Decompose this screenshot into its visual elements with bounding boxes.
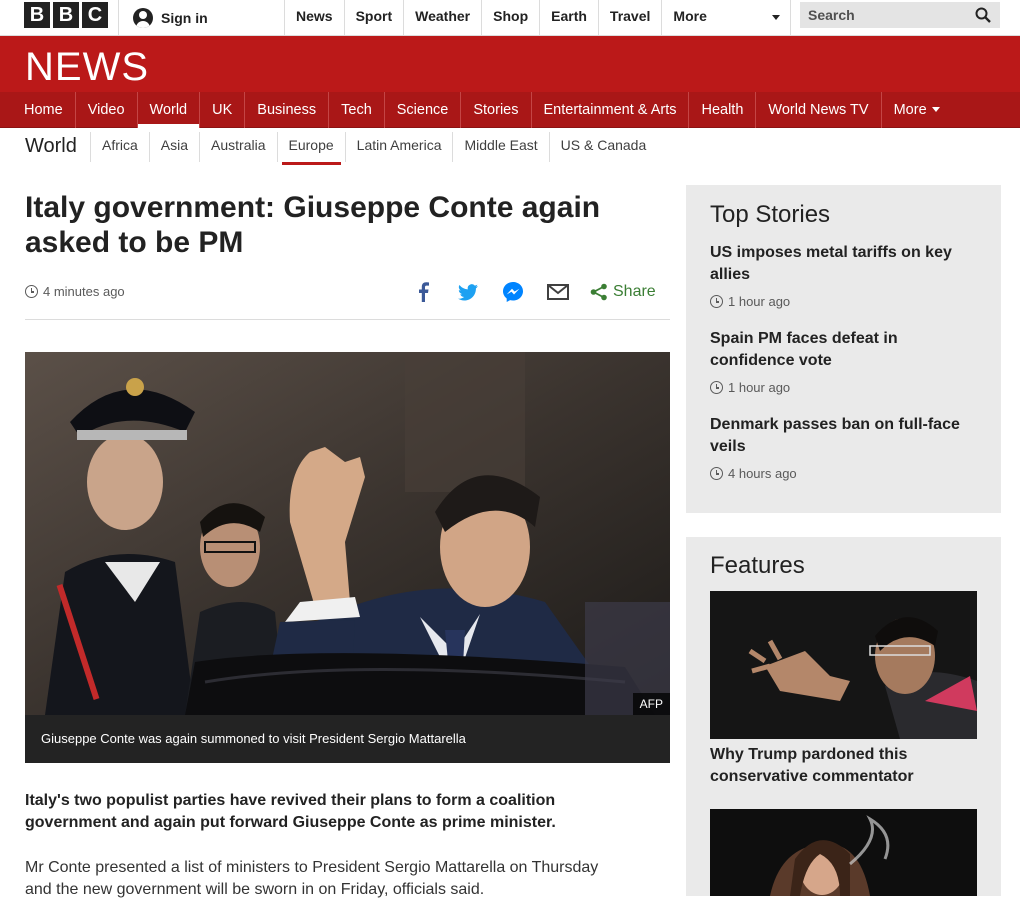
clock-icon [25, 285, 38, 298]
chevron-down-icon [772, 15, 781, 20]
global-nav-news[interactable]: News [284, 0, 344, 36]
main-nav: Home Video World UK Business Tech Scienc… [0, 92, 1020, 128]
top-story-time: 1 hour ago [728, 294, 791, 309]
feature-photo [710, 809, 977, 896]
global-nav: News Sport Weather Shop Earth Travel Mor… [284, 0, 792, 36]
twitter-icon[interactable] [457, 281, 479, 303]
global-nav-earth[interactable]: Earth [539, 0, 598, 36]
news-banner: NEWS [0, 36, 1020, 92]
news-logo[interactable]: NEWS [25, 45, 149, 90]
features-title: Features [710, 552, 805, 579]
messenger-icon[interactable] [502, 281, 524, 303]
section-nav-us-canada[interactable]: US & Canada [548, 132, 658, 162]
section-nav-australia[interactable]: Australia [199, 132, 276, 162]
section-nav-asia[interactable]: Asia [148, 132, 199, 162]
top-story-timestamp: 4 hours ago [710, 466, 980, 481]
article-body-paragraph: Mr Conte presented a list of ministers t… [25, 859, 599, 898]
bbc-logo[interactable]: B B C [24, 2, 108, 28]
bbc-logo-letter: B [24, 2, 50, 28]
search-placeholder: Search [808, 7, 855, 23]
divider [25, 319, 670, 320]
main-nav-business[interactable]: Business [245, 92, 330, 128]
global-nav-more[interactable]: More [661, 0, 792, 36]
top-story-time: 4 hours ago [728, 466, 797, 481]
article-timestamp: 4 minutes ago [25, 284, 125, 299]
search-input[interactable]: Search [800, 2, 1000, 28]
feature-image[interactable] [710, 591, 977, 739]
main-nav-more[interactable]: More [882, 92, 952, 128]
main-nav-entertainment[interactable]: Entertainment & Arts [532, 92, 690, 128]
main-nav-uk[interactable]: UK [200, 92, 246, 128]
share-button[interactable]: Share [590, 283, 656, 301]
bbc-logo-letter: B [53, 2, 79, 28]
bbc-logo-letter: C [82, 2, 108, 28]
global-nav-shop[interactable]: Shop [481, 0, 539, 36]
main-nav-health[interactable]: Health [689, 92, 757, 128]
clock-icon [710, 381, 723, 394]
global-header: B B C Sign in News Sport Weather Shop Ea… [0, 0, 1020, 36]
top-story-timestamp: 1 hour ago [710, 380, 980, 395]
top-stories-panel: Top Stories US imposes metal tariffs on … [686, 185, 1001, 513]
chevron-down-icon [931, 107, 940, 112]
feature-image[interactable] [710, 809, 977, 896]
article-headline: Italy government: Giuseppe Conte again a… [25, 191, 601, 259]
top-story-time: 1 hour ago [728, 380, 791, 395]
share-tools: Share [412, 280, 656, 304]
global-nav-travel[interactable]: Travel [597, 0, 661, 36]
article-image: AFP [25, 352, 670, 715]
sign-in-label: Sign in [161, 10, 208, 26]
feature-photo [710, 591, 977, 739]
top-story-item[interactable]: Spain PM faces defeat in confidence vote… [710, 328, 980, 395]
share-label: Share [613, 283, 656, 300]
main-nav-video[interactable]: Video [76, 92, 138, 128]
facebook-icon[interactable] [412, 281, 434, 303]
main-nav-science[interactable]: Science [385, 92, 462, 128]
image-credit: AFP [632, 693, 670, 715]
image-caption: Giuseppe Conte was again summoned to vis… [25, 715, 670, 763]
account-icon [133, 8, 153, 28]
section-nav: World Africa Asia Australia Europe Latin… [0, 128, 1020, 165]
top-story-item[interactable]: Denmark passes ban on full-face veils 4 … [710, 414, 980, 481]
top-story-item[interactable]: US imposes metal tariffs on key allies 1… [710, 242, 980, 309]
email-icon[interactable] [547, 281, 569, 303]
global-nav-sport[interactable]: Sport [343, 0, 404, 36]
top-stories-title: Top Stories [710, 201, 831, 228]
sign-in-link[interactable]: Sign in [118, 0, 284, 36]
article-timestamp-text: 4 minutes ago [43, 284, 125, 299]
top-story-title: US imposes metal tariffs on key allies [710, 244, 952, 283]
global-nav-weather[interactable]: Weather [403, 0, 481, 36]
section-nav-europe[interactable]: Europe [276, 132, 345, 165]
top-story-title: Denmark passes ban on full-face veils [710, 416, 960, 455]
main-nav-world-news-tv[interactable]: World News TV [756, 92, 882, 128]
main-nav-world[interactable]: World [137, 92, 201, 128]
article-photo [25, 352, 670, 715]
main-nav-stories[interactable]: Stories [461, 92, 532, 128]
top-story-timestamp: 1 hour ago [710, 294, 980, 309]
clock-icon [710, 295, 723, 308]
share-icon [590, 283, 607, 301]
main-nav-home[interactable]: Home [12, 92, 76, 128]
search-icon[interactable] [975, 7, 991, 23]
article-intro: Italy's two populist parties have revive… [25, 792, 556, 831]
main-nav-more-label: More [893, 102, 927, 118]
clock-icon [710, 467, 723, 480]
main-nav-tech[interactable]: Tech [329, 92, 385, 128]
section-nav-middle-east[interactable]: Middle East [452, 132, 548, 162]
features-panel: Features Why Trump pardoned this conserv… [686, 537, 1001, 896]
section-nav-africa[interactable]: Africa [90, 132, 149, 162]
section-title[interactable]: World [25, 135, 77, 158]
feature-title[interactable]: Why Trump pardoned this conservative com… [710, 744, 970, 788]
global-nav-more-label: More [673, 8, 707, 24]
top-story-title: Spain PM faces defeat in confidence vote [710, 330, 898, 369]
section-nav-latin-america[interactable]: Latin America [344, 132, 453, 162]
